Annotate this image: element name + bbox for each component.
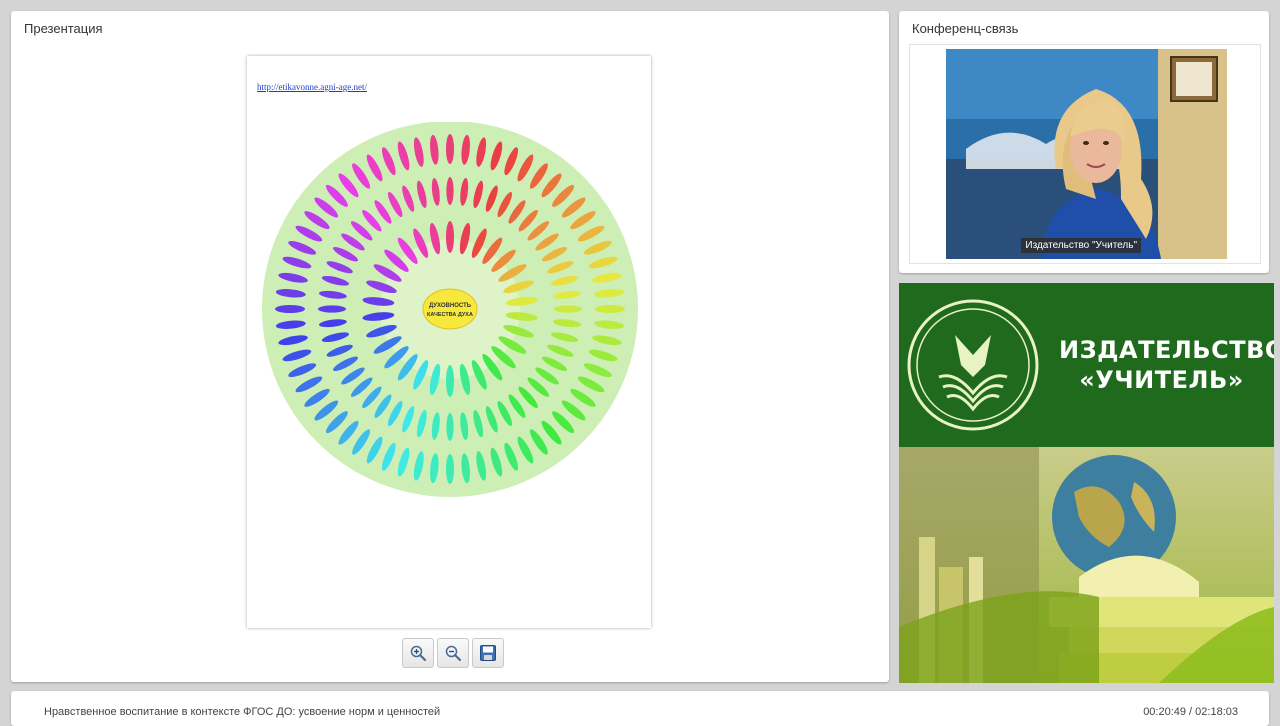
brand-panel: ИЗДАТЕЛЬСТВО «УЧИТЕЛЬ» [899,283,1274,683]
save-icon [480,645,496,661]
presentation-toolbar [402,638,504,668]
speaker-video[interactable]: Издательство "Учитель" [946,49,1227,259]
wheel-center-label-1: ДУХОВНОСТЬ [429,303,472,309]
brand-name-line1: ИЗДАТЕЛЬСТВО [1059,336,1274,364]
video-container[interactable]: Издательство "Учитель" [909,44,1261,264]
brand-name-line2: «УЧИТЕЛЬ» [1079,366,1244,394]
presentation-title: Презентация [24,21,103,36]
speaker-label: Издательство "Учитель" [1021,238,1141,253]
publisher-logo-icon [907,299,1039,431]
conference-title: Конференц-связь [912,21,1019,36]
wheel-petal [595,305,625,313]
zoom-out-button[interactable] [437,638,469,668]
brand-name: ИЗДАТЕЛЬСТВО «УЧИТЕЛЬ» [1059,335,1274,395]
wheel-petal [554,305,582,313]
playback-time: 00:20:49 / 02:18:03 [1143,706,1238,718]
conference-panel: Конференц-связь Издательство "Учитель" [899,11,1269,273]
zoom-in-icon [410,645,427,662]
webinar-title: Нравственное воспитание в контексте ФГОС… [44,706,441,718]
wheel-petal [318,305,346,313]
save-button[interactable] [472,638,504,668]
wheel-petal [446,177,454,205]
virtues-wheel-diagram: ДУХОВНОСТЬ КАЧЕСТВА ДУХА [262,122,638,497]
footer-bar: Нравственное воспитание в контексте ФГОС… [11,691,1269,726]
slide-page: http://etikavonne.agni-age.net/ ДУХОВНОС… [247,56,651,628]
zoom-out-icon [445,645,462,662]
zoom-in-button[interactable] [402,638,434,668]
speaker-video-image [946,49,1227,259]
presentation-panel: Презентация http://etikavonne.agni-age.n… [11,11,889,682]
wheel-petal [275,305,305,313]
brand-banner: ИЗДАТЕЛЬСТВО «УЧИТЕЛЬ» [899,283,1274,447]
wheel-petal [446,221,454,253]
wheel-petal [446,365,454,397]
wheel-center-label-2: КАЧЕСТВА ДУХА [427,312,473,318]
wheel-petal [446,134,454,164]
slide-link[interactable]: http://etikavonne.agni-age.net/ [257,82,367,92]
wheel-petal [446,454,454,484]
books-globe-image [899,447,1274,683]
wheel-petal [446,413,454,441]
